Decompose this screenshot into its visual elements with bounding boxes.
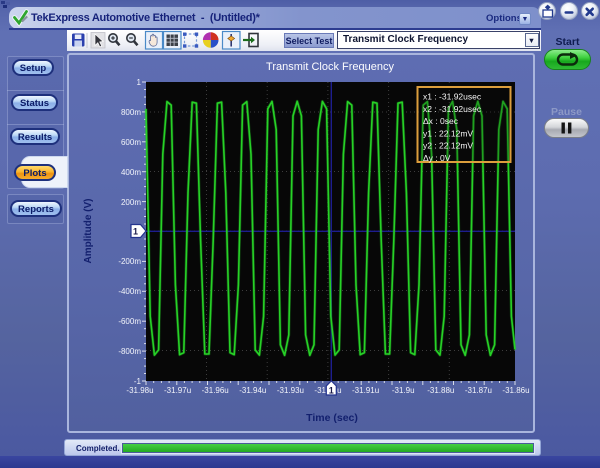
svg-text:-31.86u: -31.86u	[502, 386, 529, 395]
svg-text:-31.88u: -31.88u	[427, 386, 454, 395]
svg-text:-31.87u: -31.87u	[465, 386, 492, 395]
svg-text:Amplitude (V): Amplitude (V)	[83, 199, 94, 264]
svg-text:y2 : 22.12mV: y2 : 22.12mV	[423, 141, 473, 151]
svg-text:-400m: -400m	[118, 287, 141, 296]
svg-text:1: 1	[137, 78, 142, 87]
svg-text:Time (sec): Time (sec)	[306, 412, 358, 424]
svg-text:Δx : 0sec: Δx : 0sec	[423, 116, 459, 126]
svg-text:200m: 200m	[121, 198, 141, 207]
svg-text:-31.96u: -31.96u	[202, 386, 229, 395]
svg-text:-31.97u: -31.97u	[164, 386, 191, 395]
svg-text:-800m: -800m	[118, 347, 141, 356]
svg-text:-31.93u: -31.93u	[277, 386, 304, 395]
svg-text:1: 1	[329, 385, 334, 395]
svg-text:800m: 800m	[121, 108, 141, 117]
svg-text:-600m: -600m	[118, 317, 141, 326]
svg-text:1: 1	[133, 227, 138, 237]
svg-text:-200m: -200m	[118, 257, 141, 266]
svg-text:-1: -1	[134, 377, 142, 386]
svg-text:x1 : -31.92usec: x1 : -31.92usec	[423, 92, 482, 102]
svg-text:600m: 600m	[121, 138, 141, 147]
svg-text:-31.9u: -31.9u	[392, 386, 415, 395]
svg-text:-31.91u: -31.91u	[352, 386, 379, 395]
svg-text:x2 : -31.92usec: x2 : -31.92usec	[423, 104, 482, 114]
svg-text:400m: 400m	[121, 168, 141, 177]
svg-text:-31.98u: -31.98u	[126, 386, 153, 395]
svg-text:Transmit Clock Frequency: Transmit Clock Frequency	[266, 61, 394, 73]
svg-text:-31.94u: -31.94u	[239, 386, 266, 395]
svg-text:Δy : 0V: Δy : 0V	[423, 153, 451, 163]
svg-text:y1 : 22.12mV: y1 : 22.12mV	[423, 128, 473, 138]
